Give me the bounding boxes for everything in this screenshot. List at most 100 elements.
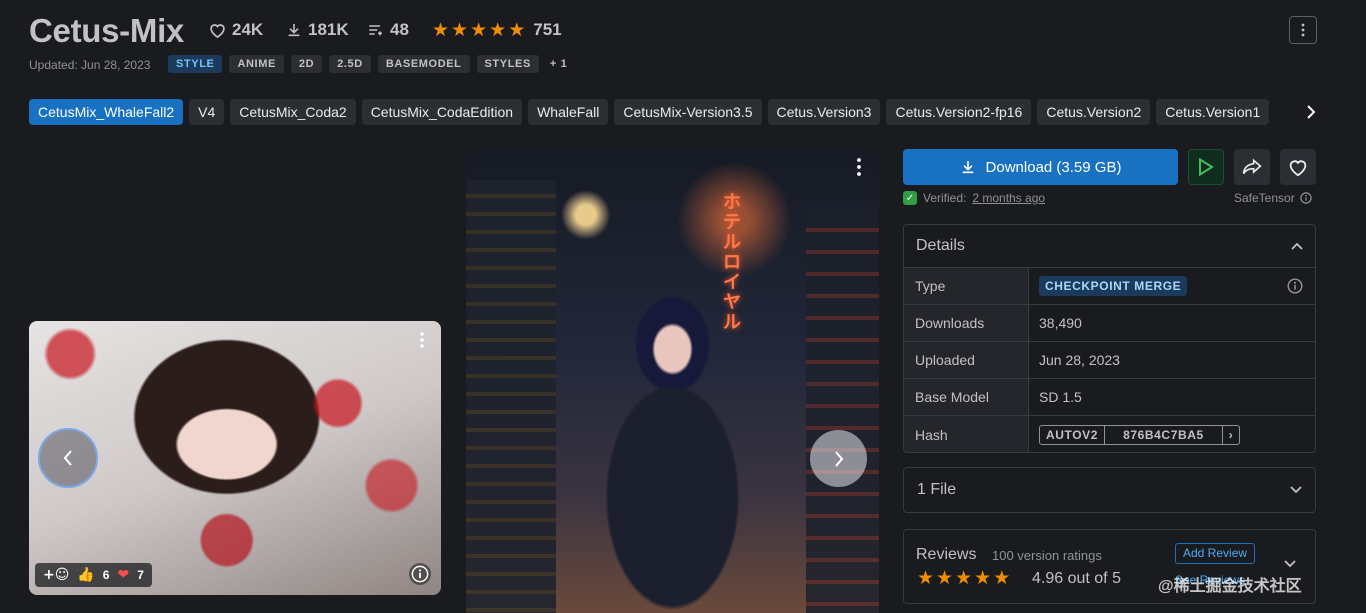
run-button[interactable]	[1188, 149, 1224, 185]
version-tab-cetus-version3[interactable]: Cetus.Version3	[767, 99, 881, 125]
watermark-text: @稀土掘金技术社区	[1158, 578, 1302, 595]
share-button[interactable]	[1234, 149, 1270, 185]
info-icon[interactable]	[1287, 278, 1303, 294]
star-icon: ★	[508, 18, 526, 41]
version-tab-whalefall[interactable]: WhaleFall	[528, 99, 609, 125]
neon-sign: ホテルロイヤル	[723, 192, 741, 332]
details-value: 38,490	[1039, 315, 1082, 331]
type-badge: CHECKPOINT MERGE	[1039, 276, 1188, 296]
download-button[interactable]: Download (3.59 GB)	[903, 149, 1178, 185]
version-tab-v4[interactable]: V4	[189, 99, 225, 125]
comments-stat: 48	[368, 20, 409, 40]
verified-icon: ✓	[903, 191, 917, 205]
reviews-score: 4.96 out of 5	[1032, 570, 1121, 587]
version-scroll-right[interactable]	[1288, 99, 1316, 125]
chevron-up-icon	[1291, 242, 1303, 250]
downloads-count: 181K	[308, 20, 349, 39]
verified-time-link[interactable]: 2 months ago	[972, 191, 1045, 205]
details-row-type: Type CHECKPOINT MERGE	[904, 268, 1315, 305]
background-building	[466, 180, 556, 613]
star-icon: ★	[955, 567, 973, 589]
add-review-button[interactable]: Add Review	[1175, 543, 1256, 564]
gallery-image-city-girl[interactable]: ホテルロイヤル	[466, 150, 879, 613]
version-tab-cetus-version1[interactable]: Cetus.Version1	[1156, 99, 1270, 125]
comments-count: 48	[390, 20, 409, 39]
details-row-base-model: Base Model SD 1.5	[904, 379, 1315, 416]
dots-vertical-icon	[1301, 23, 1305, 37]
version-tab-cetus-version2-fp16[interactable]: Cetus.Version2-fp16	[886, 99, 1032, 125]
version-tab-cetusmix-whalefall2[interactable]: CetusMix_WhaleFall2	[29, 99, 184, 125]
dots-vertical-icon	[420, 332, 424, 348]
info-icon	[411, 565, 429, 583]
heart-icon	[1289, 160, 1307, 176]
heart-reaction-icon: ❤	[117, 567, 130, 583]
tag-style[interactable]: STYLE	[168, 55, 223, 73]
version-tab-cetusmix-coda2[interactable]: CetusMix_Coda2	[230, 99, 356, 125]
image-menu-button[interactable]	[412, 330, 432, 350]
reviews-stars: ★ ★ ★ ★ ★	[917, 569, 1012, 588]
details-row-uploaded: Uploaded Jun 28, 2023	[904, 342, 1315, 379]
model-title: Cetus-Mix	[29, 12, 184, 49]
heart-count: 7	[137, 568, 144, 582]
reactions-bar[interactable]: +☺ 👍 6 ❤ 7	[35, 563, 152, 587]
info-icon[interactable]	[1300, 192, 1312, 204]
add-reaction-icon[interactable]: +☺	[43, 567, 69, 583]
reviews-title: Reviews	[916, 546, 977, 563]
star-icon: ★	[974, 567, 992, 589]
details-key: Downloads	[904, 305, 1029, 341]
chevron-right-icon	[834, 450, 843, 467]
details-row-hash: Hash AUTOV2 876B4C7BA5 ›	[904, 416, 1315, 452]
safetensor-label: SafeTensor	[1234, 191, 1312, 205]
details-key: Hash	[904, 416, 1029, 452]
details-title: Details	[916, 237, 965, 254]
updated-date: Updated: Jun 28, 2023	[29, 58, 151, 72]
hash-type: AUTOV2	[1046, 427, 1099, 442]
tag-2d[interactable]: 2D	[290, 55, 323, 73]
details-value: SD 1.5	[1039, 389, 1082, 405]
chevron-right-icon	[1307, 105, 1316, 119]
thumbs-up-count: 6	[102, 568, 110, 582]
star-icon: ★	[993, 567, 1011, 589]
details-header[interactable]: Details	[904, 225, 1315, 268]
more-menu-button[interactable]	[1289, 16, 1317, 44]
star-icon: ★	[432, 18, 450, 41]
details-key: Base Model	[904, 379, 1029, 415]
likes-stat: 24K	[209, 20, 263, 40]
version-tab-cetusmix-codaedition[interactable]: CetusMix_CodaEdition	[361, 99, 523, 125]
favorite-button[interactable]	[1280, 149, 1316, 185]
image-info-button[interactable]	[409, 563, 431, 585]
gallery-next-button[interactable]	[810, 430, 867, 487]
verified-status: ✓ Verified: 2 months ago	[903, 191, 1045, 205]
rating-stars[interactable]: ★ ★ ★ ★ ★ 751	[432, 20, 562, 40]
play-icon	[1199, 158, 1214, 176]
tag-basemodel[interactable]: BASEMODEL	[377, 55, 470, 73]
version-tab-cetus-version2[interactable]: Cetus.Version2	[1037, 99, 1151, 125]
chevron-down-icon[interactable]	[1284, 560, 1296, 568]
hash-copy-box[interactable]: AUTOV2 876B4C7BA5 ›	[1039, 424, 1241, 445]
heart-icon	[210, 24, 225, 38]
thumbs-up-icon: 👍	[77, 567, 95, 583]
tag-2-5d[interactable]: 2.5D	[329, 55, 371, 73]
chevron-left-icon	[63, 450, 72, 466]
download-icon	[288, 24, 300, 37]
details-value: Jun 28, 2023	[1039, 352, 1120, 368]
tag-styles[interactable]: STYLES	[476, 55, 539, 73]
version-tab-cetusmix-version3-5[interactable]: CetusMix-Version3.5	[614, 99, 762, 125]
tag-more[interactable]: + 1	[546, 55, 571, 73]
files-panel[interactable]: 1 File	[903, 467, 1316, 513]
tag-list: STYLE ANIME 2D 2.5D BASEMODEL STYLES + 1	[168, 55, 571, 73]
star-icon: ★	[451, 18, 469, 41]
download-label: Download (3.59 GB)	[985, 158, 1122, 176]
dots-vertical-icon	[857, 158, 861, 176]
hash-value: 876B4C7BA5	[1104, 425, 1222, 444]
details-key: Type	[904, 268, 1029, 304]
details-key: Uploaded	[904, 342, 1029, 378]
image-menu-button[interactable]	[849, 157, 869, 177]
verified-label: Verified:	[923, 191, 967, 205]
star-icon: ★	[489, 18, 507, 41]
gallery-prev-button[interactable]	[38, 428, 98, 488]
downloads-stat: 181K	[286, 20, 349, 40]
rating-count: 751	[533, 20, 562, 39]
hash-next-icon[interactable]: ›	[1221, 425, 1240, 444]
tag-anime[interactable]: ANIME	[229, 55, 284, 73]
